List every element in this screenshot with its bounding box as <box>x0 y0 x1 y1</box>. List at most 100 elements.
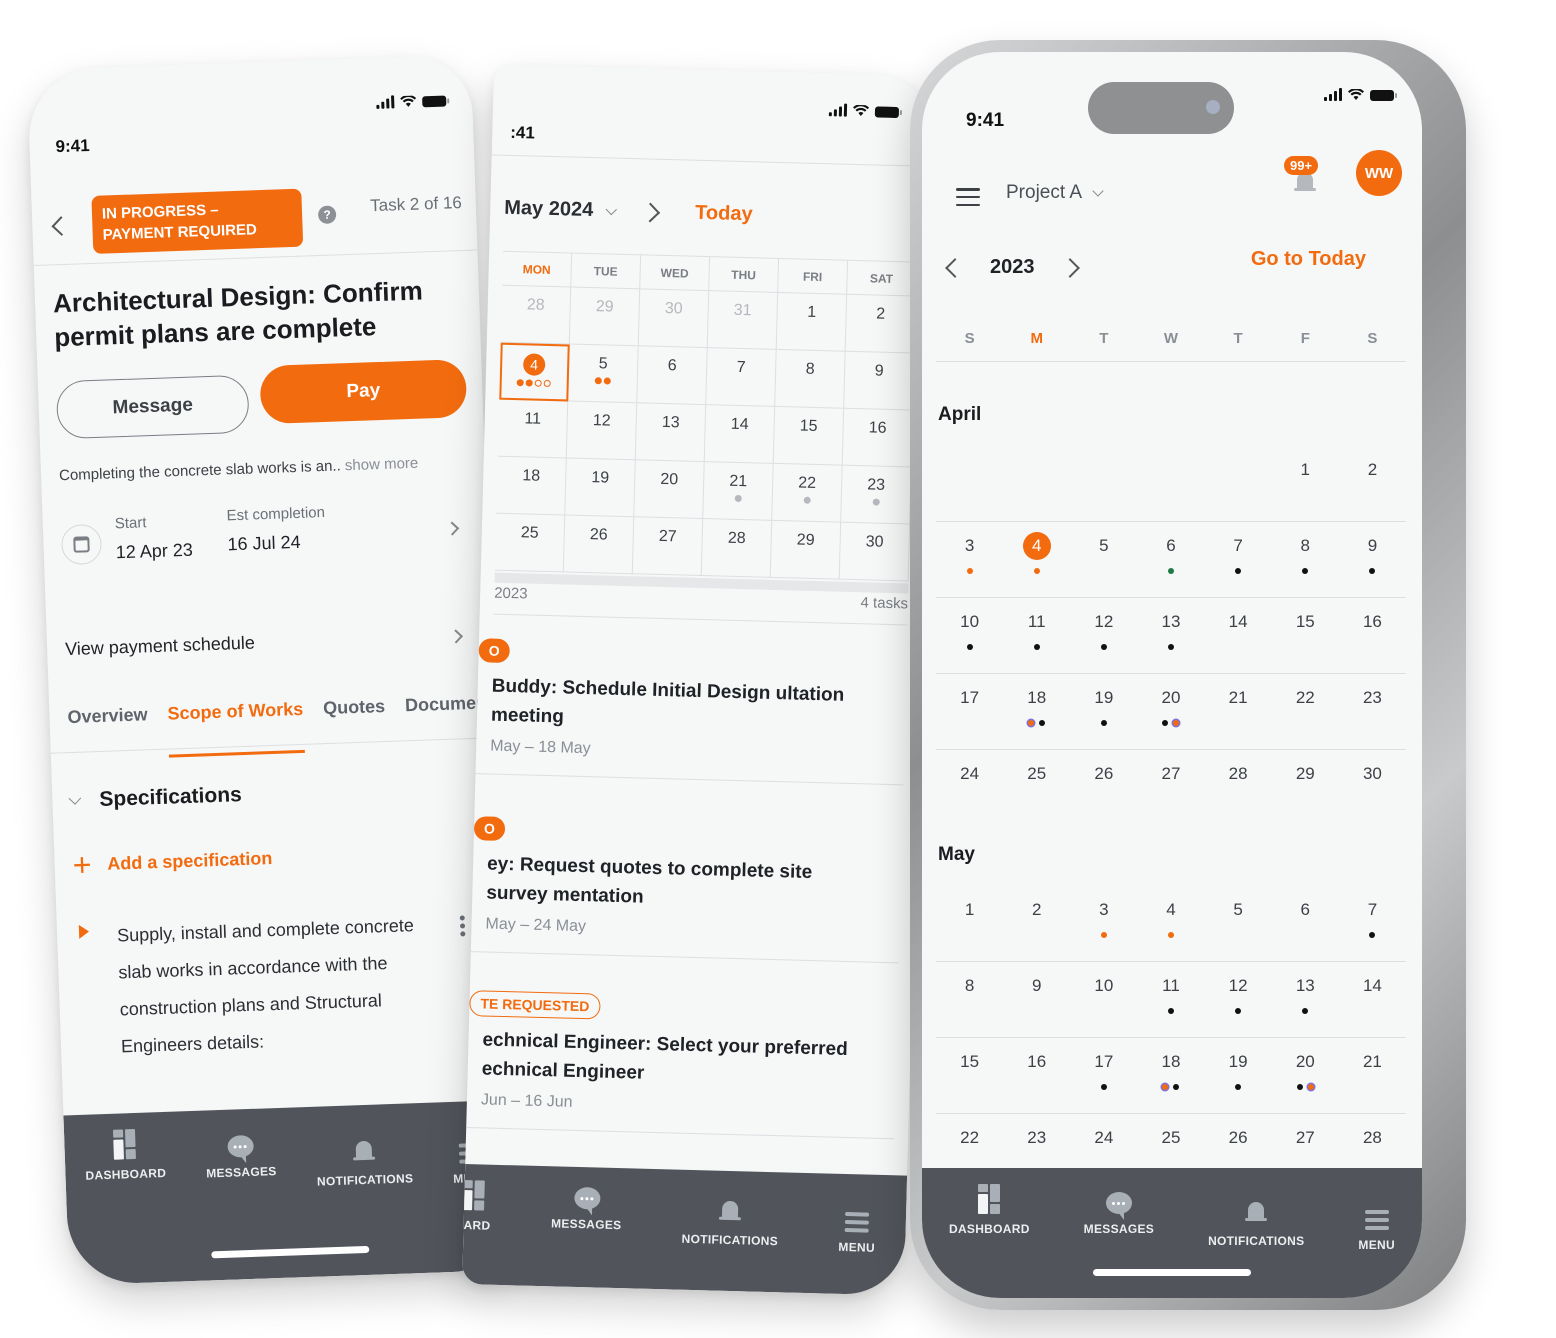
day-cell[interactable]: 4 <box>1137 886 1204 961</box>
tab-menu[interactable]: MENU <box>838 1212 876 1255</box>
specifications-header[interactable]: Specifications <box>68 783 242 813</box>
day-cell[interactable]: 7 <box>706 348 777 407</box>
day-cell[interactable]: 19 <box>1070 674 1137 749</box>
specification-item[interactable]: Supply, install and complete concrete sl… <box>78 905 484 1066</box>
show-more-link[interactable]: show more <box>345 455 419 475</box>
day-cell[interactable]: 27 <box>1137 750 1204 826</box>
day-cell[interactable]: 10 <box>936 598 1003 673</box>
day-cell[interactable]: 11 <box>497 399 569 459</box>
day-cell[interactable]: 26 <box>563 515 635 575</box>
day-cell[interactable]: 15 <box>936 1038 1003 1113</box>
day-cell[interactable]: 12 <box>1205 962 1272 1037</box>
previous-year-icon[interactable] <box>945 257 965 278</box>
day-cell[interactable]: 18 <box>496 456 567 516</box>
day-cell[interactable]: 20 <box>634 460 705 520</box>
day-cell[interactable]: 8 <box>936 962 1003 1037</box>
day-cell[interactable]: 25 <box>494 513 566 573</box>
day-cell[interactable]: 28 <box>1205 750 1272 826</box>
day-cell[interactable]: 21 <box>1205 674 1272 749</box>
day-cell[interactable]: 22 <box>1272 674 1339 749</box>
day-cell[interactable]: 17 <box>936 674 1003 749</box>
day-cell[interactable]: 28 <box>701 519 773 578</box>
day-cell[interactable]: 17 <box>1070 1038 1137 1113</box>
next-year-icon[interactable] <box>1059 257 1080 278</box>
day-cell[interactable]: 6 <box>637 346 708 406</box>
back-chevron-icon[interactable] <box>51 216 72 236</box>
message-button[interactable]: Message <box>55 374 250 440</box>
tab-notifications[interactable]: NOTIFICATIONS <box>1208 1200 1304 1248</box>
day-cell[interactable]: 14 <box>1205 598 1272 673</box>
day-cell[interactable]: 6 <box>1272 886 1339 961</box>
day-cell[interactable]: 5 <box>1205 886 1272 961</box>
day-cell[interactable]: 12 <box>566 401 638 461</box>
project-selector[interactable]: Project A <box>1006 182 1104 204</box>
more-options-icon[interactable] <box>459 915 466 937</box>
day-cell[interactable]: 25 <box>1003 750 1070 826</box>
day-cell[interactable]: 30 <box>638 289 710 349</box>
day-cell[interactable]: 16 <box>1003 1038 1070 1113</box>
day-cell[interactable]: 5 <box>1070 522 1137 597</box>
tab-scope-of-works[interactable]: Scope of Works <box>167 695 304 749</box>
day-cell[interactable]: 18 <box>1003 674 1070 749</box>
day-cell[interactable]: 9 <box>844 351 915 411</box>
tab-quotes[interactable]: Quotes <box>323 692 387 743</box>
day-cell[interactable]: 18 <box>1137 1038 1204 1113</box>
day-cell[interactable]: 8 <box>1272 522 1339 597</box>
tab-messages[interactable]: MESSAGES <box>205 1134 277 1181</box>
day-cell[interactable]: 13 <box>1272 962 1339 1037</box>
day-cell[interactable]: 1 <box>936 886 1003 961</box>
day-cell[interactable]: 21 <box>703 462 774 521</box>
day-cell[interactable]: 16 <box>1339 598 1406 673</box>
task-card[interactable]: O ey: Request quotes to complete site su… <box>470 816 903 964</box>
task-card[interactable]: O Buddy: Schedule Initial Design ultatio… <box>475 638 907 786</box>
day-cell[interactable]: 7 <box>1205 522 1272 597</box>
day-cell[interactable]: 21 <box>1339 1038 1406 1113</box>
day-cell[interactable]: 29 <box>569 287 641 347</box>
day-cell[interactable]: 14 <box>704 405 776 464</box>
day-cell[interactable]: 9 <box>1003 962 1070 1037</box>
help-icon[interactable]: ? <box>317 205 337 225</box>
day-cell[interactable]: 1 <box>1272 446 1339 521</box>
day-cell[interactable]: 11 <box>1003 598 1070 673</box>
today-button[interactable]: Today <box>695 202 753 226</box>
go-to-today-button[interactable]: Go to Today <box>1251 248 1366 271</box>
day-cell[interactable]: 8 <box>775 349 846 409</box>
month-label[interactable]: May 2024 <box>504 197 594 222</box>
expand-triangle-icon[interactable] <box>78 924 90 939</box>
day-cell[interactable]: 23 <box>841 465 912 525</box>
day-cell[interactable]: 14 <box>1339 962 1406 1037</box>
notifications-button[interactable]: 99+ <box>1284 156 1328 200</box>
day-cell[interactable]: 30 <box>839 522 911 582</box>
day-cell[interactable]: 4 <box>1003 522 1070 597</box>
day-cell[interactable]: 6 <box>1137 522 1204 597</box>
tab-dashboard[interactable]: DASHBOARD <box>84 1128 166 1183</box>
day-cell[interactable]: 5 <box>568 344 639 404</box>
hamburger-menu-icon[interactable] <box>956 188 980 206</box>
day-cell[interactable]: 29 <box>770 520 842 580</box>
day-cell[interactable]: 2 <box>1339 446 1406 521</box>
day-cell[interactable]: 24 <box>936 750 1003 826</box>
day-cell[interactable]: 15 <box>773 406 845 466</box>
day-cell[interactable]: 23 <box>1339 674 1406 749</box>
day-cell[interactable]: 20 <box>1137 674 1204 749</box>
day-cell[interactable]: 26 <box>1070 750 1137 826</box>
tab-menu[interactable]: MENU <box>1358 1210 1395 1252</box>
day-cell[interactable]: 31 <box>707 291 779 350</box>
tab-notifications[interactable]: NOTIFICATIONS <box>316 1137 414 1188</box>
day-cell[interactable]: 28 <box>500 285 572 345</box>
tab-notifications[interactable]: NOTIFICATIONS <box>681 1198 779 1249</box>
next-month-icon[interactable] <box>640 202 661 222</box>
payment-schedule-link[interactable]: View payment schedule <box>65 625 475 660</box>
task-card[interactable]: TE REQUESTED echnical Engineer: Select y… <box>466 990 898 1140</box>
day-cell[interactable]: 27 <box>632 517 704 577</box>
day-cell[interactable]: 13 <box>1137 598 1204 673</box>
day-cell[interactable]: 2 <box>845 294 917 354</box>
tab-dashboard[interactable]: OARD <box>462 1179 492 1233</box>
add-specification-button[interactable]: + Add a specification <box>72 842 273 883</box>
day-cell[interactable]: 30 <box>1339 750 1406 826</box>
day-cell[interactable]: 22 <box>772 463 843 523</box>
day-cell[interactable]: 11 <box>1137 962 1204 1037</box>
day-cell[interactable]: 12 <box>1070 598 1137 673</box>
day-cell[interactable]: 3 <box>936 522 1003 597</box>
day-cell[interactable]: 9 <box>1339 522 1406 597</box>
